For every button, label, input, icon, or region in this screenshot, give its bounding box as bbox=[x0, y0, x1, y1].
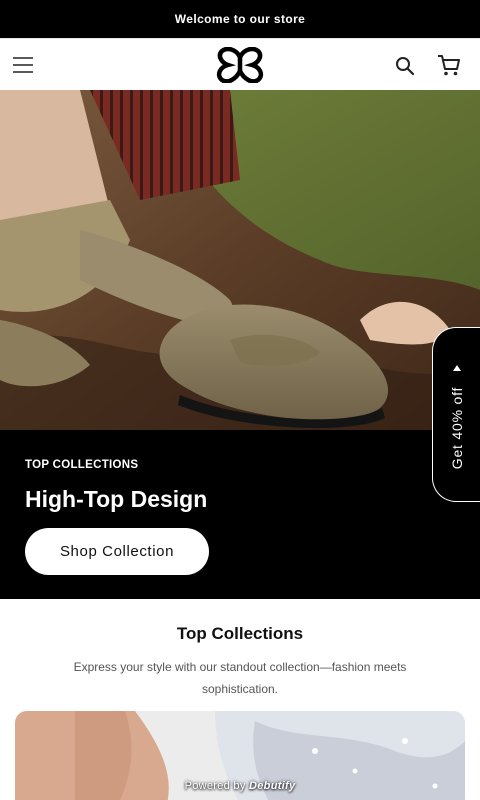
section-title: Top Collections bbox=[176, 624, 304, 643]
butterfly-logo[interactable] bbox=[214, 47, 266, 83]
search-icon[interactable] bbox=[393, 54, 417, 78]
section-description: Express your style with our standout col… bbox=[73, 660, 407, 696]
cart-icon[interactable] bbox=[436, 52, 462, 78]
discount-promo-tab[interactable]: Get 40% off bbox=[432, 327, 480, 502]
announcement-bar: Welcome to our store bbox=[0, 0, 480, 38]
hero-banner: TOP COLLECTIONS High-Top Design Shop Col… bbox=[0, 430, 480, 599]
caret-up-icon bbox=[453, 365, 461, 371]
announcement-text: Welcome to our store bbox=[174, 12, 306, 26]
hero-image bbox=[0, 90, 480, 430]
powered-by-badge[interactable]: Powered by Debutify bbox=[0, 780, 480, 792]
hero-eyebrow: TOP COLLECTIONS bbox=[25, 459, 139, 471]
site-header bbox=[0, 38, 480, 90]
hamburger-menu-icon[interactable] bbox=[12, 54, 34, 76]
promo-label: Get 40% off bbox=[449, 386, 465, 470]
powered-by-brand: Debutify bbox=[249, 780, 296, 792]
shop-collection-button[interactable]: Shop Collection bbox=[25, 528, 209, 575]
powered-by-prefix: Powered by bbox=[184, 780, 246, 792]
hero-title: High-Top Design bbox=[25, 486, 208, 512]
